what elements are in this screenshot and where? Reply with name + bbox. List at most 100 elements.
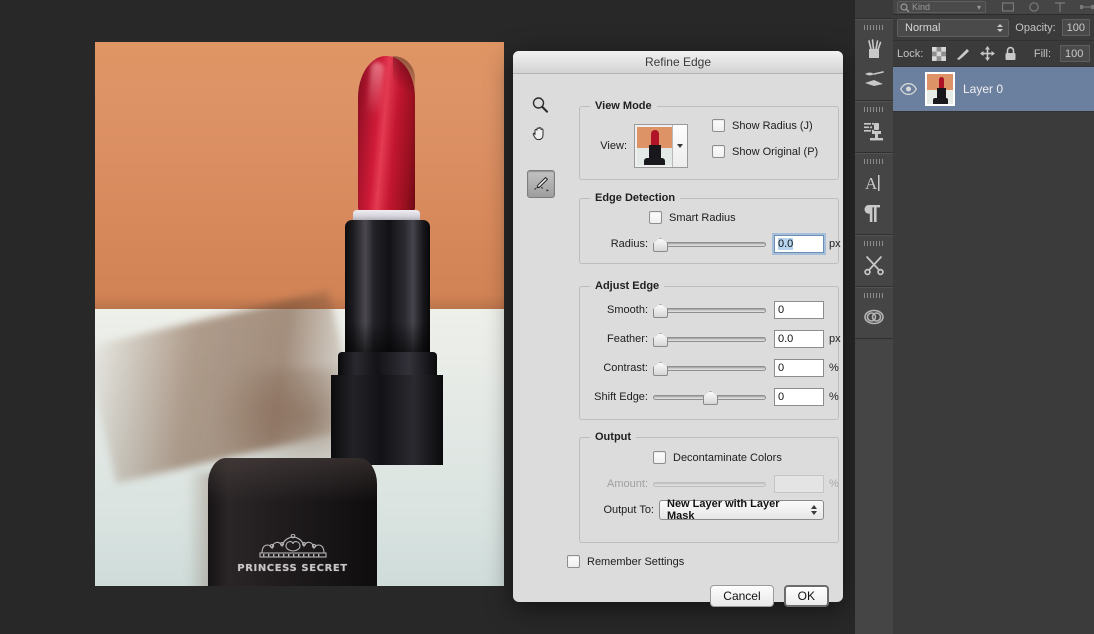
lock-image-pixels-icon[interactable] bbox=[955, 47, 971, 61]
cancel-button[interactable]: Cancel bbox=[710, 585, 774, 607]
contrast-input[interactable]: 0 bbox=[774, 359, 824, 377]
eye-icon bbox=[899, 83, 917, 95]
show-original-checkbox[interactable] bbox=[712, 145, 725, 158]
brushes-panel-icon[interactable] bbox=[859, 34, 889, 64]
brush-presets-panel-icon[interactable] bbox=[859, 64, 889, 94]
contrast-slider-track[interactable] bbox=[653, 366, 766, 371]
radius-slider-track[interactable] bbox=[653, 242, 766, 247]
smart-radius-checkbox-row[interactable]: Smart Radius bbox=[649, 211, 736, 224]
type-layer-filter-icon[interactable] bbox=[1054, 1, 1066, 13]
layer-thumbnail[interactable] bbox=[925, 72, 955, 106]
feather-row: Feather: 0.0 px bbox=[586, 330, 841, 348]
clone-stamp-icon bbox=[864, 122, 883, 141]
radius-value: 0.0 bbox=[778, 238, 794, 250]
fill-input[interactable]: 100 bbox=[1060, 45, 1090, 62]
shift-edge-value: 0 bbox=[778, 391, 785, 403]
panel-group-grip[interactable] bbox=[864, 25, 884, 30]
shift-edge-slider-thumb[interactable] bbox=[703, 391, 718, 405]
fill-value: 100 bbox=[1065, 47, 1084, 60]
radius-input[interactable]: 0.0 bbox=[774, 235, 824, 253]
clone-source-panel-group bbox=[855, 101, 893, 153]
decontaminate-colors-checkbox-row[interactable]: Decontaminate Colors bbox=[653, 451, 782, 464]
remember-settings-row[interactable]: Remember Settings bbox=[567, 555, 684, 568]
layer-row[interactable]: Layer 0 bbox=[893, 67, 1094, 112]
feather-slider-track[interactable] bbox=[653, 337, 766, 342]
lipstick-base bbox=[331, 375, 443, 465]
smooth-input[interactable]: 0 bbox=[774, 301, 824, 319]
panel-group-grip[interactable] bbox=[864, 159, 884, 164]
adjustment-layer-filter-icon[interactable] bbox=[1028, 1, 1040, 13]
show-radius-checkbox-row[interactable]: Show Radius (J) bbox=[712, 119, 818, 132]
lock-label: Lock: bbox=[897, 47, 924, 60]
creative-cloud-panel-icon[interactable] bbox=[859, 302, 889, 332]
output-legend: Output bbox=[590, 431, 637, 443]
radius-slider-thumb[interactable] bbox=[653, 238, 668, 252]
refine-radius-tool[interactable] bbox=[527, 170, 555, 198]
ok-button[interactable]: OK bbox=[783, 585, 829, 607]
panel-group-grip[interactable] bbox=[864, 241, 884, 246]
zoom-tool[interactable] bbox=[527, 92, 553, 118]
character-panel-icon[interactable]: A bbox=[859, 168, 889, 198]
feather-slider[interactable] bbox=[653, 332, 766, 347]
show-radius-checkbox[interactable] bbox=[712, 119, 725, 132]
tool-presets-panel-group bbox=[855, 235, 893, 287]
opacity-input[interactable]: 100 bbox=[1061, 19, 1090, 36]
refine-edge-dialog[interactable]: Refine Edge View Mode View: Show Radius … bbox=[513, 51, 844, 607]
pilcrow-icon bbox=[864, 205, 880, 222]
feather-slider-thumb[interactable] bbox=[653, 333, 668, 347]
feather-input[interactable]: 0.0 bbox=[774, 330, 824, 348]
layer-name: Layer 0 bbox=[963, 82, 1004, 96]
iconbar-top-spacer bbox=[855, 0, 893, 19]
show-original-checkbox-row[interactable]: Show Original (P) bbox=[712, 145, 818, 158]
shape-layer-filter-icon[interactable] bbox=[1080, 2, 1094, 13]
panel-group-grip[interactable] bbox=[864, 107, 884, 112]
pixel-layer-filter-icon[interactable] bbox=[1002, 1, 1014, 13]
layer-visibility-toggle[interactable] bbox=[899, 83, 917, 95]
smooth-slider[interactable] bbox=[653, 303, 766, 318]
type-a-icon: A bbox=[865, 174, 880, 193]
lock-transparent-pixels-icon[interactable] bbox=[932, 46, 947, 61]
amount-label: Amount: bbox=[607, 478, 648, 490]
fill-label: Fill: bbox=[1033, 47, 1051, 60]
shift-edge-row: Shift Edge: 0 % bbox=[586, 388, 839, 406]
contrast-slider[interactable] bbox=[653, 361, 766, 376]
view-preview-popup[interactable] bbox=[634, 124, 688, 168]
smooth-slider-thumb[interactable] bbox=[653, 304, 668, 318]
tool-presets-panel-icon[interactable] bbox=[859, 250, 889, 280]
dialog-tool-strip bbox=[527, 92, 567, 200]
view-label: View: bbox=[600, 140, 627, 152]
clone-source-panel-icon[interactable] bbox=[859, 116, 889, 146]
panel-group-grip[interactable] bbox=[864, 293, 884, 298]
shift-edge-input[interactable]: 0 bbox=[774, 388, 824, 406]
document-image[interactable]: PRINCESS SECRET bbox=[95, 42, 504, 586]
contrast-unit: % bbox=[829, 362, 839, 374]
output-to-label: Output To: bbox=[603, 504, 654, 516]
shift-edge-slider[interactable] bbox=[653, 390, 766, 405]
blend-mode-select[interactable]: Normal bbox=[897, 18, 1010, 37]
smooth-slider-track[interactable] bbox=[653, 308, 766, 313]
amount-row: Amount: % bbox=[586, 475, 839, 493]
magnifier-icon bbox=[532, 97, 549, 113]
smart-radius-label: Smart Radius bbox=[669, 211, 736, 224]
layer-filter-kind-value: Kind bbox=[912, 2, 931, 12]
crown-icon bbox=[258, 534, 327, 558]
paragraph-panel-icon[interactable] bbox=[859, 198, 889, 228]
decontaminate-colors-checkbox[interactable] bbox=[653, 451, 666, 464]
hand-tool[interactable] bbox=[527, 120, 553, 146]
output-to-select[interactable]: New Layer with Layer Mask bbox=[659, 498, 824, 522]
show-radius-label: Show Radius (J) bbox=[732, 119, 813, 132]
brush-preset-icon bbox=[865, 71, 884, 86]
layer-filter-kind-select[interactable]: Kind ▾ bbox=[897, 1, 986, 13]
output-to-row: Output To: New Layer with Layer Mask bbox=[586, 498, 824, 522]
dialog-titlebar[interactable]: Refine Edge bbox=[513, 51, 843, 74]
contrast-slider-thumb[interactable] bbox=[653, 362, 668, 376]
smart-radius-checkbox[interactable] bbox=[649, 211, 662, 224]
lock-position-icon[interactable] bbox=[980, 46, 996, 61]
radius-slider[interactable] bbox=[653, 237, 766, 252]
remember-settings-checkbox[interactable] bbox=[567, 555, 580, 568]
chevron-down-icon: ▾ bbox=[976, 3, 981, 12]
view-preview-chevron[interactable] bbox=[671, 125, 687, 167]
layer-filter-icon bbox=[900, 3, 910, 12]
lock-all-icon[interactable] bbox=[1004, 46, 1017, 61]
radius-row: Radius: 0.0 px bbox=[586, 235, 844, 253]
